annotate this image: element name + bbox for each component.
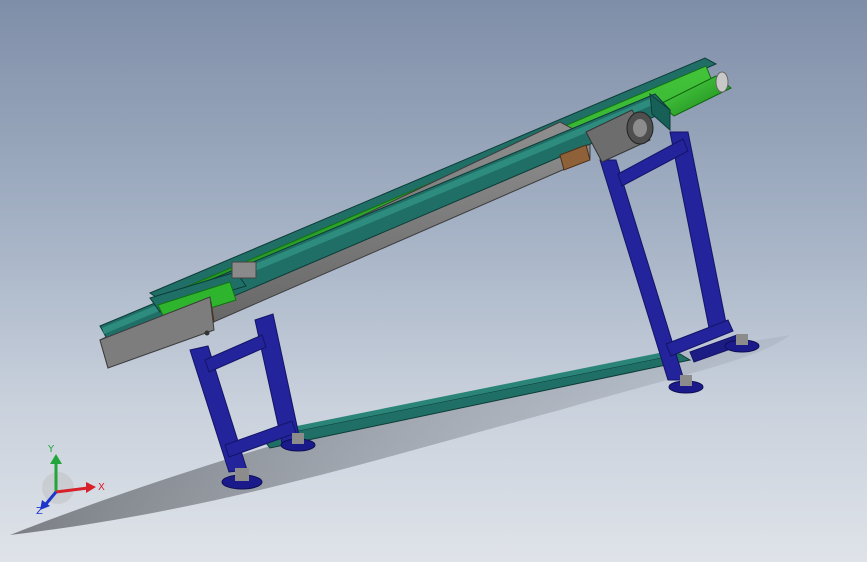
y-axis-label: Y [47, 444, 55, 455]
z-axis-label: Z [36, 506, 43, 517]
plate-bolt [204, 330, 210, 336]
triad-sphere [42, 472, 74, 504]
lower-tie-bar [261, 353, 692, 449]
right-leg-frame [599, 131, 743, 381]
coordinate-triad: Y X Z [36, 444, 105, 517]
conveyor-model[interactable] [0, 0, 867, 562]
cad-viewport[interactable]: Y X Z [0, 0, 867, 562]
x-axis-label: X [98, 482, 105, 493]
x-axis-arrow-icon [86, 482, 96, 493]
y-axis-arrow-icon [50, 454, 62, 464]
